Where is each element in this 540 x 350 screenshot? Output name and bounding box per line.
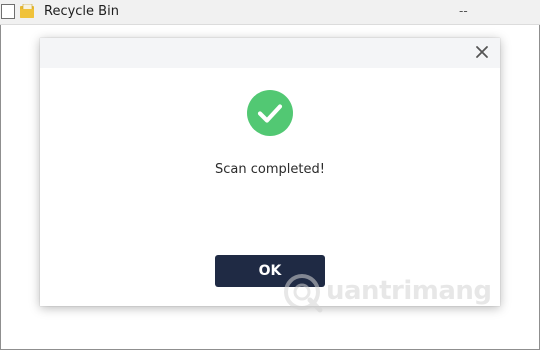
file-name: Recycle Bin [44, 4, 119, 19]
status-message: Scan completed! [215, 162, 325, 177]
check-circle-icon [247, 90, 293, 136]
file-row[interactable]: Recycle Bin -- [0, 0, 540, 25]
watermark-logo-icon [284, 274, 323, 313]
watermark: uantrimang [282, 270, 502, 314]
file-size: -- [459, 4, 468, 18]
watermark-text: uantrimang [326, 276, 492, 306]
folder-icon [20, 4, 34, 18]
dialog-header [40, 38, 500, 68]
close-icon[interactable] [474, 44, 490, 60]
row-checkbox[interactable] [1, 4, 15, 19]
scan-complete-dialog: Scan completed! OK [40, 38, 500, 306]
